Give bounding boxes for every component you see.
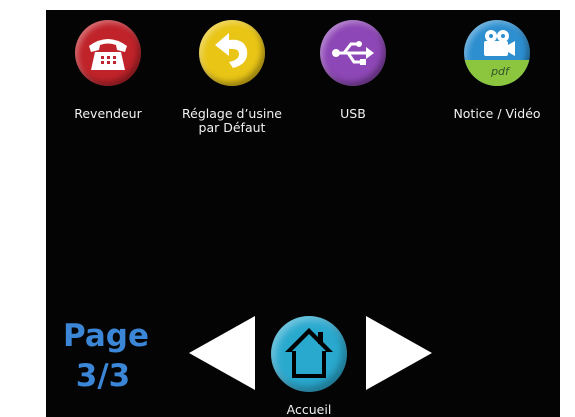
undo-arrow-icon: [215, 33, 248, 68]
usb-icon: [332, 41, 374, 65]
arrow-right-icon: [366, 316, 432, 390]
home-button[interactable]: [271, 316, 347, 392]
menu-tile-notice-video[interactable]: pdf Notice / Vidéo: [432, 20, 560, 121]
notice-video-label: Notice / Vidéo: [453, 106, 541, 121]
previous-page-button[interactable]: [187, 314, 257, 396]
revendeur-label: Revendeur: [74, 106, 142, 121]
next-page-button[interactable]: [364, 314, 434, 396]
arrow-left-icon: [189, 316, 255, 390]
telephone-icon: [89, 39, 127, 70]
video-camera-pdf-icon: pdf: [464, 30, 530, 86]
factory-reset-label-line1: Réglage d’usine: [182, 106, 282, 121]
page-indicator: Page 3/3: [63, 316, 150, 396]
menu-tile-revendeur[interactable]: Revendeur: [46, 20, 173, 121]
menu-tile-factory-reset[interactable]: Réglage d’usine par Défaut: [167, 20, 297, 135]
home-label: Accueil: [286, 402, 332, 417]
usb-label: USB: [340, 106, 366, 121]
revendeur-button[interactable]: [75, 20, 141, 86]
factory-reset-label-line2: par Défaut: [198, 120, 266, 135]
page-indicator-label: Page: [63, 318, 150, 354]
notice-video-button[interactable]: pdf: [464, 20, 530, 86]
factory-reset-label: Réglage d’usine par Défaut: [167, 107, 297, 135]
usb-button[interactable]: [320, 20, 386, 86]
menu-tile-usb[interactable]: USB: [288, 20, 418, 121]
home-icon: [285, 328, 333, 378]
device-screen: Revendeur Réglage d’usine par Défaut USB…: [46, 10, 560, 417]
page-indicator-number: 3/3: [75, 358, 131, 394]
factory-reset-button[interactable]: [199, 20, 265, 86]
pdf-icon-text: pdf: [490, 65, 511, 78]
